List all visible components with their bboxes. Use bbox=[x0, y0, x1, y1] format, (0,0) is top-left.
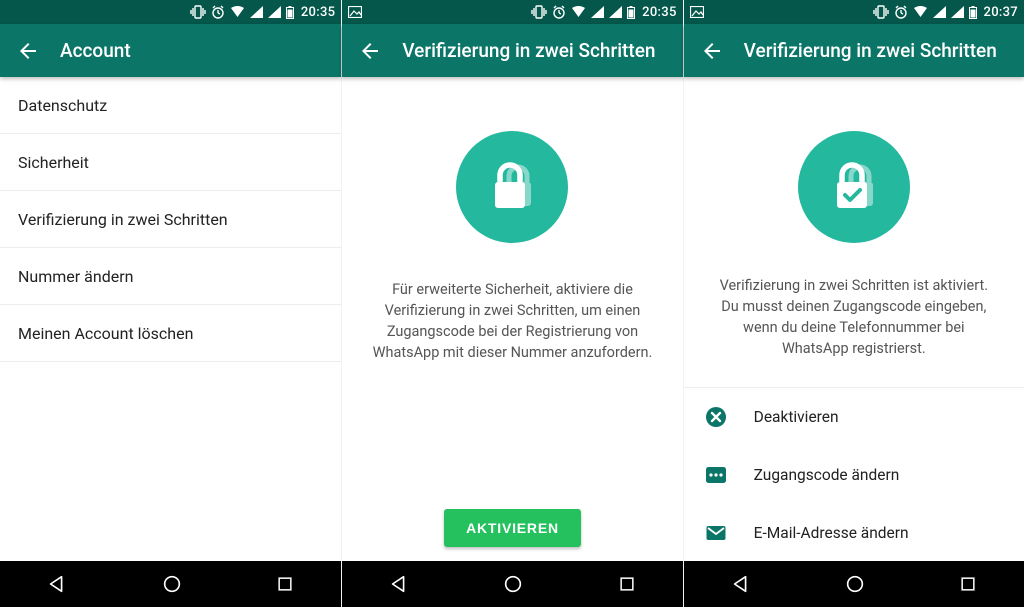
back-button[interactable] bbox=[350, 31, 390, 71]
actions-list: Deaktivieren Zugangscode ändern E-Mail-A… bbox=[684, 387, 1024, 561]
nav-back-button[interactable] bbox=[730, 573, 752, 595]
list-item-label: Nummer ändern bbox=[18, 267, 133, 286]
title-bar: Account bbox=[0, 24, 341, 77]
status-bar: 20:37 bbox=[684, 0, 1024, 24]
wifi-icon bbox=[230, 6, 245, 18]
close-circle-icon bbox=[704, 406, 728, 428]
vibrate-icon bbox=[873, 5, 889, 19]
password-icon bbox=[704, 464, 728, 486]
nav-home-button[interactable] bbox=[161, 573, 183, 595]
arrow-back-icon bbox=[358, 39, 382, 63]
image-notif-icon bbox=[690, 6, 704, 18]
action-label: E-Mail-Adresse ändern bbox=[754, 524, 909, 542]
screen-account: 20:35 Account Datenschutz Sicherheit Ver… bbox=[0, 0, 341, 607]
nav-back-button[interactable] bbox=[388, 573, 410, 595]
arrow-back-icon bbox=[16, 39, 40, 63]
lock-check-hero-icon bbox=[798, 131, 910, 243]
screen-two-step-setup: 20:35 Verifizierung in zwei Schritten bbox=[341, 0, 682, 607]
action-label: Zugangscode ändern bbox=[754, 466, 900, 484]
signal-icon-2 bbox=[609, 6, 622, 18]
list-item-two-step[interactable]: Verifizierung in zwei Schritten bbox=[0, 191, 341, 248]
vibrate-icon bbox=[531, 5, 547, 19]
page-title: Verifizierung in zwei Schritten bbox=[402, 39, 655, 62]
list-item-label: Datenschutz bbox=[18, 96, 107, 115]
email-icon bbox=[704, 522, 728, 544]
content: Datenschutz Sicherheit Verifizierung in … bbox=[0, 77, 341, 561]
description-text: Verifizierung in zwei Schritten ist akti… bbox=[684, 275, 1024, 359]
action-change-email[interactable]: E-Mail-Adresse ändern bbox=[684, 504, 1024, 561]
activate-button[interactable]: AKTIVIEREN bbox=[444, 509, 581, 547]
signal-icon-1 bbox=[591, 6, 604, 18]
content: Für erweiterte Sicherheit, aktiviere die… bbox=[342, 77, 682, 561]
list-item-security[interactable]: Sicherheit bbox=[0, 134, 341, 191]
nav-home-button[interactable] bbox=[502, 573, 524, 595]
title-bar: Verifizierung in zwei Schritten bbox=[684, 24, 1024, 77]
nav-home-button[interactable] bbox=[844, 573, 866, 595]
android-nav-bar bbox=[0, 561, 341, 607]
vibrate-icon bbox=[190, 5, 206, 19]
hero: Verifizierung in zwei Schritten ist akti… bbox=[684, 77, 1024, 359]
nav-recent-button[interactable] bbox=[958, 574, 978, 594]
screen-two-step-active: 20:37 Verifizierung in zwei Schritten bbox=[683, 0, 1024, 607]
battery-icon bbox=[627, 6, 635, 19]
list-item-privacy[interactable]: Datenschutz bbox=[0, 77, 341, 134]
nav-recent-button[interactable] bbox=[617, 574, 637, 594]
status-time: 20:35 bbox=[301, 5, 335, 20]
title-bar: Verifizierung in zwei Schritten bbox=[342, 24, 682, 77]
status-bar: 20:35 bbox=[0, 0, 341, 24]
status-time: 20:37 bbox=[984, 5, 1018, 20]
back-button[interactable] bbox=[8, 31, 48, 71]
lock-hero-icon bbox=[456, 131, 568, 243]
list-item-label: Verifizierung in zwei Schritten bbox=[18, 210, 228, 229]
status-time: 20:35 bbox=[642, 5, 676, 20]
nav-back-button[interactable] bbox=[46, 573, 68, 595]
signal-icon-2 bbox=[268, 6, 281, 18]
alarm-icon bbox=[552, 5, 566, 19]
action-deactivate[interactable]: Deaktivieren bbox=[684, 388, 1024, 446]
arrow-back-icon bbox=[700, 39, 724, 63]
wifi-icon bbox=[571, 6, 586, 18]
status-bar: 20:35 bbox=[342, 0, 682, 24]
list-item-label: Sicherheit bbox=[18, 153, 89, 172]
page-title: Verifizierung in zwei Schritten bbox=[744, 39, 997, 62]
android-nav-bar bbox=[684, 561, 1024, 607]
wifi-icon bbox=[913, 6, 928, 18]
battery-icon bbox=[969, 6, 977, 19]
android-nav-bar bbox=[342, 561, 682, 607]
signal-icon-1 bbox=[933, 6, 946, 18]
image-notif-icon bbox=[348, 6, 362, 18]
action-label: Deaktivieren bbox=[754, 408, 839, 426]
description-text: Für erweiterte Sicherheit, aktiviere die… bbox=[342, 279, 682, 363]
page-title: Account bbox=[60, 39, 131, 62]
list-item-change-number[interactable]: Nummer ändern bbox=[0, 248, 341, 305]
button-wrap: AKTIVIEREN bbox=[342, 509, 682, 547]
hero: Für erweiterte Sicherheit, aktiviere die… bbox=[342, 77, 682, 363]
nav-recent-button[interactable] bbox=[275, 574, 295, 594]
signal-icon-1 bbox=[250, 6, 263, 18]
list-item-delete-account[interactable]: Meinen Account löschen bbox=[0, 305, 341, 362]
alarm-icon bbox=[894, 5, 908, 19]
action-change-code[interactable]: Zugangscode ändern bbox=[684, 446, 1024, 504]
signal-icon-2 bbox=[951, 6, 964, 18]
battery-icon bbox=[286, 6, 294, 19]
back-button[interactable] bbox=[692, 31, 732, 71]
list-item-label: Meinen Account löschen bbox=[18, 324, 193, 343]
alarm-icon bbox=[211, 5, 225, 19]
content: Verifizierung in zwei Schritten ist akti… bbox=[684, 77, 1024, 561]
